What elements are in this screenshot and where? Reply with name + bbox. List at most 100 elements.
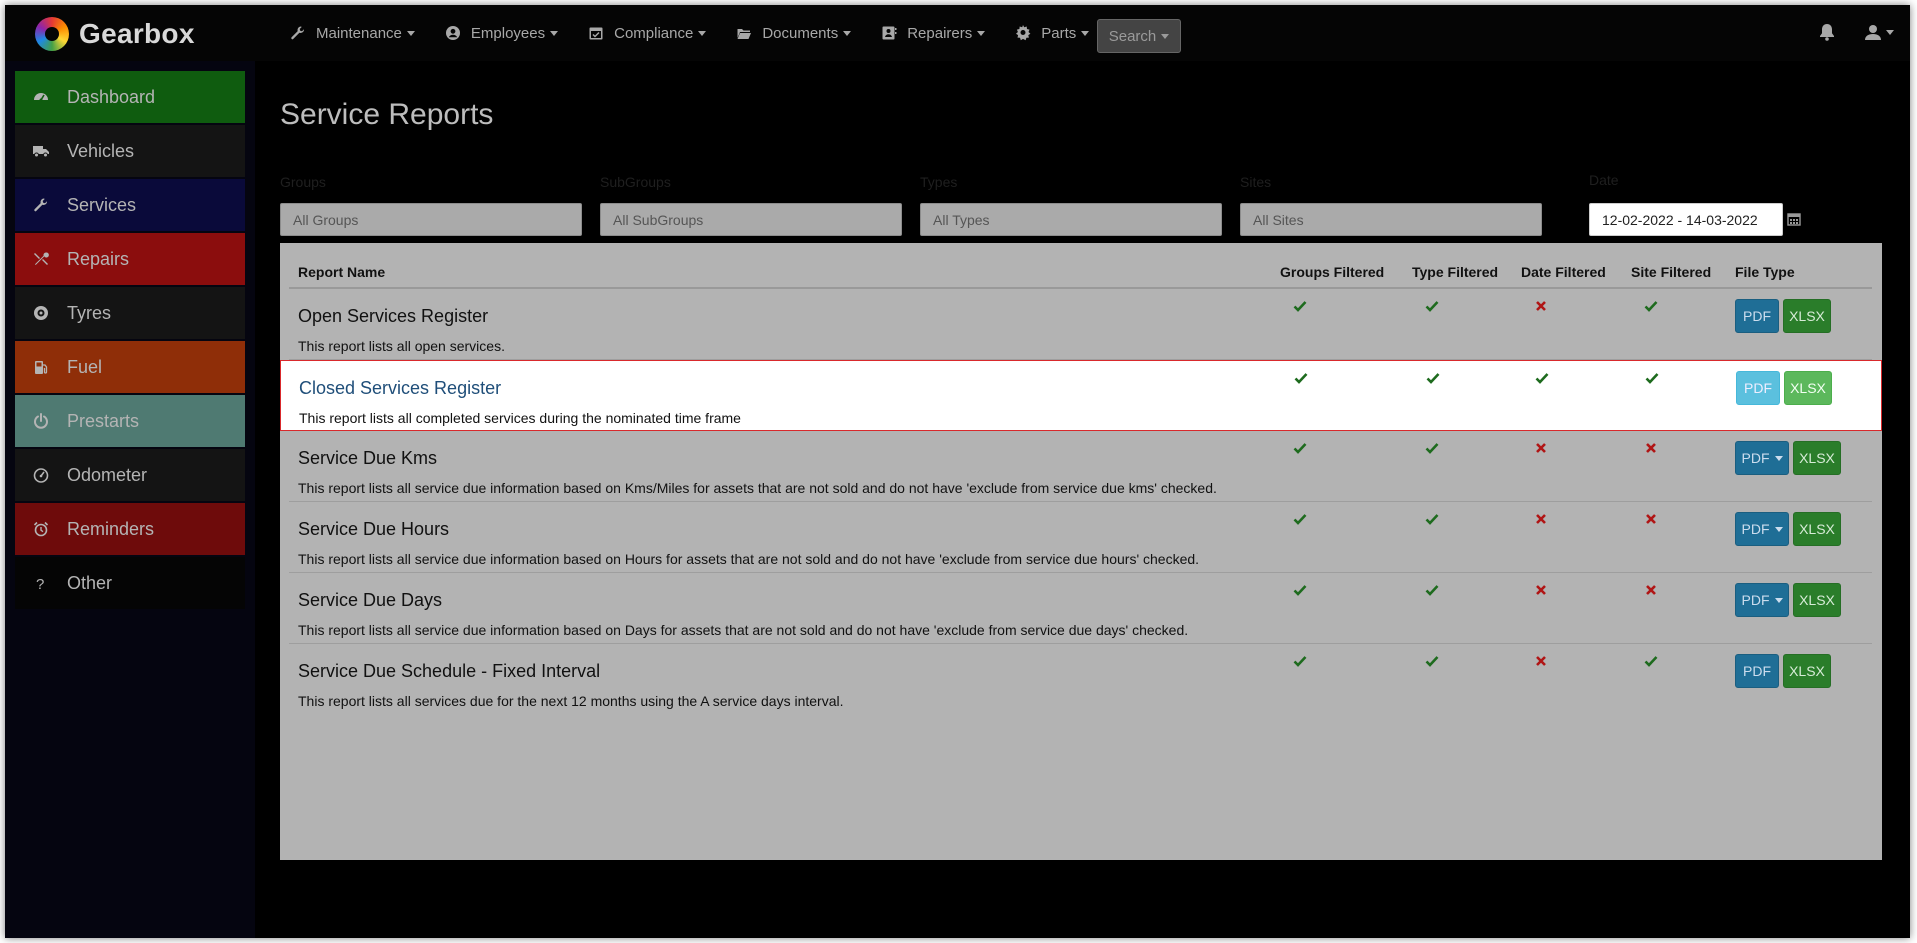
xlsx-button-label: XLSX [1799,592,1835,608]
report-title: Service Due Days [298,590,443,610]
tools-icon [34,252,49,265]
chevron-down-icon [698,30,707,36]
xlsx-button[interactable]: XLSX [1793,512,1841,546]
sidebar-icon-wrap [29,413,53,429]
chevron-down-icon [406,30,415,36]
pdf-button[interactable]: PDF [1735,299,1779,333]
col-header-site-filtered: Site Filtered [1631,264,1712,280]
chevron-down-icon [843,30,852,36]
sidebar-item-fuel[interactable]: Fuel [15,341,245,393]
nav-item-label: Employees [470,24,546,42]
chevron-down-icon [1774,526,1783,532]
nav-item-label: Parts [1041,24,1077,42]
xlsx-button-label: XLSX [1789,308,1825,324]
pdf-button-label: PDF [1741,592,1770,608]
check-icon [1294,373,1308,384]
sidebar-item-vehicles[interactable]: Vehicles [15,125,245,177]
col-header-date-filtered: Date Filtered [1521,264,1606,280]
col-header-groups-filtered: Groups Filtered [1280,264,1385,280]
user-icon [1865,25,1881,40]
sidebar-item-services[interactable]: Services [15,179,245,231]
brand[interactable]: Gearbox [35,17,195,51]
report-title: Service Due Kms [298,448,438,468]
report-description: This report lists all completed services… [299,410,741,426]
sidebar-item-dashboard[interactable]: Dashboard [15,71,245,123]
calendar-icon[interactable] [1787,212,1801,226]
xlsx-button-label: XLSX [1789,663,1825,679]
wrench-icon [291,26,305,40]
xlsx-button[interactable]: XLSX [1783,654,1831,688]
check-icon [1425,656,1439,667]
bell-icon[interactable] [1819,23,1835,41]
nav-item-repairers[interactable]: Repairers [881,24,986,42]
pdf-button[interactable]: PDF [1735,654,1779,688]
check-icon [1293,443,1307,454]
sidebar-icon-wrap [29,467,53,483]
pdf-button[interactable]: PDF [1736,371,1780,405]
alarm-clock-icon [33,521,49,537]
sidebar-icon-wrap [29,521,53,537]
date-range-input[interactable]: 12-02-2022 - 14-03-2022 [1589,203,1783,236]
check-icon [1425,514,1439,525]
sites-select[interactable]: All Sites [1240,203,1542,236]
chevron-down-icon [1081,30,1090,36]
groups-filter-label: Groups [280,174,326,190]
xlsx-button[interactable]: XLSX [1784,371,1832,405]
sidebar-item-other[interactable]: ? Other [15,557,245,609]
pdf-button[interactable]: PDF [1735,512,1789,546]
nav-item-employees[interactable]: Employees [445,24,559,42]
xlsx-button[interactable]: XLSX [1793,441,1841,475]
check-icon [1425,301,1439,312]
nav-item-compliance[interactable]: Compliance [588,25,707,42]
cross-icon [1536,656,1546,666]
sidebar-item-label: Reminders [67,518,155,539]
sidebar-item-label: Dashboard [67,86,156,107]
sidebar-item-tyres[interactable]: Tyres [15,287,245,339]
chevron-down-icon [1774,597,1783,603]
types-select[interactable]: All Types [920,203,1222,236]
pdf-button[interactable]: PDF [1735,583,1789,617]
sidebar-item-prestarts[interactable]: Prestarts [15,395,245,447]
cross-icon [1646,443,1656,453]
sidebar-item-label: Odometer [67,464,148,485]
xlsx-button[interactable]: XLSX [1793,583,1841,617]
nav-item-label: Repairers [907,24,973,42]
report-description: This report lists all service due inform… [298,480,1217,496]
svg-text:?: ? [36,576,44,591]
chevron-down-icon [1161,33,1170,39]
cross-icon [1536,301,1546,311]
page-title: Service Reports [280,98,494,131]
check-icon [1426,373,1440,384]
nav-item-maintenance[interactable]: Maintenance [290,25,415,42]
xlsx-button-label: XLSX [1790,380,1826,396]
table-row: Service Due Days This report lists all se… [280,573,1882,644]
search-button[interactable]: Search [1097,19,1181,53]
pdf-button[interactable]: PDF [1735,441,1789,475]
nav-icon-wrap [1015,25,1031,41]
subgroups-select[interactable]: All SubGroups [600,203,902,236]
cross-icon [1536,443,1546,453]
report-description: This report lists all service due inform… [298,622,1189,638]
fuel-icon [35,361,48,374]
sidebar-icon-wrap: ? [29,575,53,591]
table-row: Open Services Register This report lists … [280,289,1882,360]
groups-select[interactable]: All Groups [280,203,582,236]
types-filter-label: Types [920,174,958,190]
sidebar: Dashboard Vehicles Services Repairs Tyres Fue… [5,61,255,938]
top-right-icons [1819,23,1894,41]
check-icon [1293,656,1307,667]
pdf-button-label: PDF [1741,521,1770,537]
check-icon [1425,585,1439,596]
sidebar-item-odometer[interactable]: Odometer [15,449,245,501]
report-title[interactable]: Closed Services Register [299,378,501,399]
xlsx-button[interactable]: XLSX [1783,299,1831,333]
user-menu[interactable] [1865,24,1894,40]
nav-item-parts[interactable]: Parts [1015,24,1090,42]
xlsx-button-label: XLSX [1799,521,1835,537]
nav-item-label: Maintenance [316,24,402,42]
main-content: Service Reports Groups All Groups SubGro… [255,61,1910,938]
nav-item-documents[interactable]: Documents [736,25,852,42]
report-description: This report lists all service due inform… [298,551,1200,567]
sidebar-item-repairs[interactable]: Repairs [15,233,245,285]
sidebar-item-reminders[interactable]: Reminders [15,503,245,555]
